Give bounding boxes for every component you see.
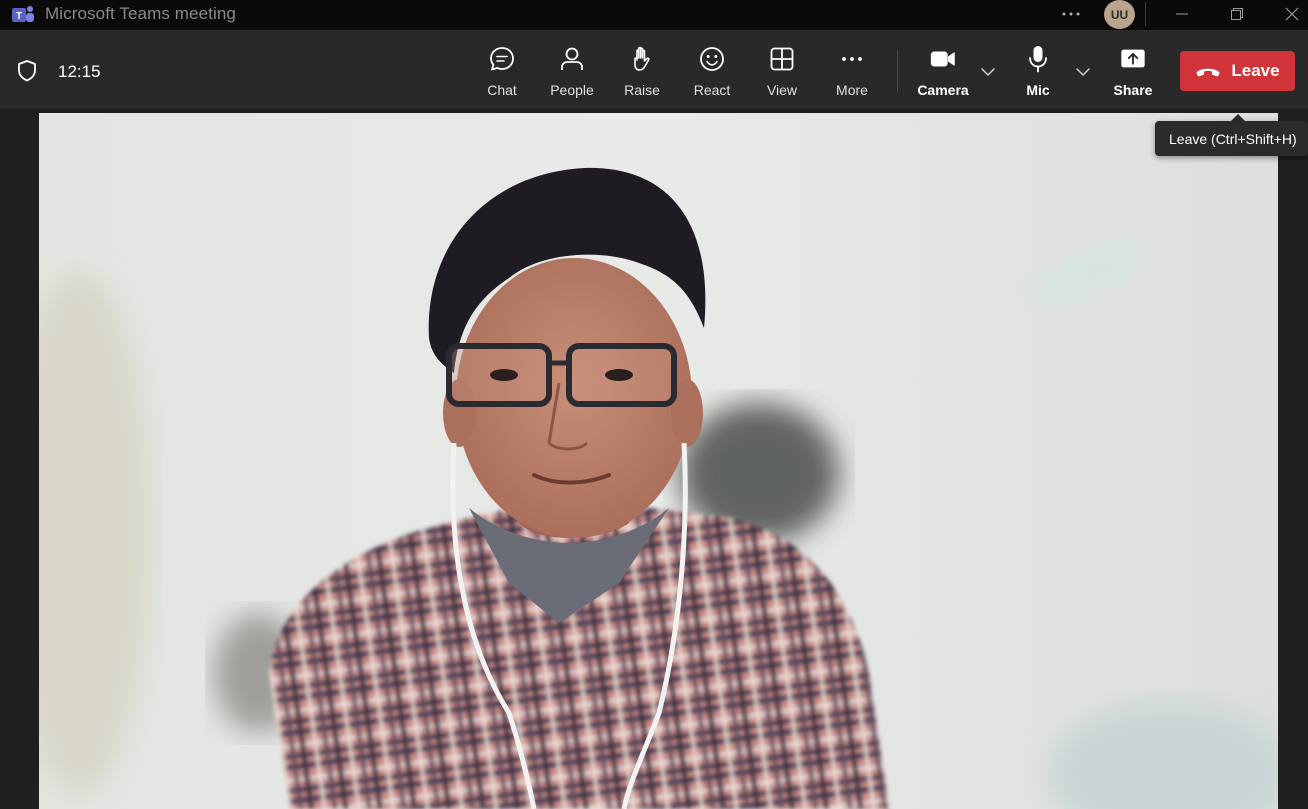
minimize-icon <box>1176 13 1188 15</box>
teams-logo-icon: T <box>12 6 34 22</box>
chat-icon <box>490 47 514 71</box>
mic-options-chevron-down-icon[interactable] <box>1075 66 1091 78</box>
window-title: Microsoft Teams meeting <box>45 4 236 23</box>
share-button[interactable]: Share <box>1102 44 1164 102</box>
more-options-icon[interactable] <box>1058 3 1084 25</box>
toolbar-divider <box>897 50 898 92</box>
more-dots-icon <box>842 57 862 61</box>
share-screen-icon <box>1121 49 1145 68</box>
more-button[interactable]: More <box>821 44 883 102</box>
leave-tooltip: Leave (Ctrl+Shift+H) <box>1155 121 1308 156</box>
title-separator <box>1145 2 1146 26</box>
camera-label: Camera <box>917 82 969 98</box>
react-button[interactable]: React <box>681 44 743 102</box>
people-label: People <box>550 82 594 98</box>
hang-up-phone-icon <box>1196 68 1220 77</box>
svg-text:T: T <box>16 11 22 22</box>
meeting-timer: 12:15 <box>58 62 101 81</box>
leave-label: Leave <box>1231 61 1280 80</box>
raise-hand-button[interactable]: Raise <box>611 44 673 102</box>
chat-label: Chat <box>487 82 517 98</box>
raise-hand-icon <box>634 46 650 71</box>
people-icon <box>561 47 583 70</box>
video-camera-icon <box>930 51 955 67</box>
react-label: React <box>693 82 731 98</box>
grid-view-icon <box>770 47 794 71</box>
mic-label: Mic <box>1026 82 1050 98</box>
user-avatar[interactable]: UU <box>1104 0 1135 29</box>
microphone-icon <box>1029 46 1047 73</box>
view-label: View <box>766 82 798 98</box>
people-button[interactable]: People <box>541 44 603 102</box>
close-button[interactable] <box>1272 0 1308 28</box>
more-label: More <box>836 82 868 98</box>
view-button[interactable]: View <box>751 44 813 102</box>
participant-video-feed <box>39 113 1278 809</box>
restore-button[interactable] <box>1217 0 1257 28</box>
camera-options-chevron-down-icon[interactable] <box>980 66 996 78</box>
meeting-toolbar: 12:15 Chat People Raise React View More … <box>0 30 1308 109</box>
close-icon <box>1285 7 1299 21</box>
emoji-smile-icon <box>700 47 724 71</box>
minimize-button[interactable] <box>1162 0 1202 28</box>
chat-button[interactable]: Chat <box>471 44 533 102</box>
leave-button[interactable]: Leave <box>1180 51 1295 91</box>
share-label: Share <box>1113 82 1153 98</box>
shield-icon[interactable] <box>16 59 38 83</box>
mic-button[interactable]: Mic <box>1007 44 1069 102</box>
participant-video[interactable] <box>39 113 1278 809</box>
title-bar: T Microsoft Teams meeting UU <box>0 0 1308 30</box>
camera-button[interactable]: Camera <box>912 44 974 102</box>
restore-icon <box>1231 8 1243 20</box>
raise-label: Raise <box>624 82 660 98</box>
